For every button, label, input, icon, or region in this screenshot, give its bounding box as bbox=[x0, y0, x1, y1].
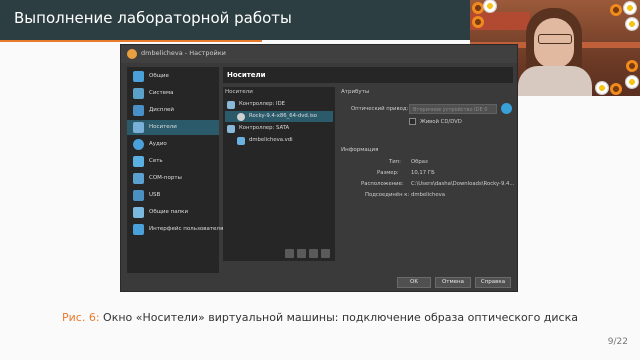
sidebar-item-label: Носители bbox=[149, 124, 177, 130]
sidebar-item-audio[interactable]: Аудио bbox=[127, 137, 219, 152]
info-type-label: Тип: bbox=[389, 159, 401, 165]
flower-icon bbox=[484, 0, 496, 12]
flower-icon bbox=[610, 83, 622, 95]
tree-row-optical-disc[interactable]: Rocky-9.4-x86_64-dvd.iso bbox=[225, 111, 333, 122]
sidebar-item-label: Интерфейс пользователя bbox=[149, 226, 224, 232]
sidebar-item-network[interactable]: Сеть bbox=[127, 154, 219, 169]
content-title: Носители bbox=[227, 71, 266, 79]
info-size-value: 10,17 ГБ bbox=[411, 170, 435, 176]
sidebar-item-label: COM-порты bbox=[149, 175, 182, 181]
optical-drive-select[interactable]: Вторичное устройство IDE 0 bbox=[409, 104, 497, 114]
sidebar-item-shared-folders[interactable]: Общие папки bbox=[127, 205, 219, 220]
ok-button[interactable]: OK bbox=[397, 277, 431, 288]
display-icon bbox=[133, 105, 144, 116]
content-header: Носители bbox=[223, 67, 513, 83]
webcam-person-body bbox=[518, 66, 592, 96]
window-title: dmbelicheva - Настройки bbox=[141, 49, 226, 57]
flower-icon bbox=[626, 18, 638, 30]
tree-row-label: Rocky-9.4-x86_64-dvd.iso bbox=[249, 113, 317, 119]
remove-attachment-icon[interactable] bbox=[297, 249, 306, 258]
tree-row-ide-controller[interactable]: Контроллер: IDE bbox=[225, 99, 333, 110]
virtualbox-app-icon bbox=[127, 49, 137, 59]
sidebar-item-label: Общие папки bbox=[149, 209, 189, 215]
sidebar-item-label: USB bbox=[149, 192, 161, 198]
tree-row-sata-controller[interactable]: Контроллер: SATA bbox=[225, 123, 333, 134]
slide-title: Выполнение лабораторной работы bbox=[14, 9, 292, 27]
storage-tree-panel: Носители Контроллер: IDE Rocky-9.4-x86_6… bbox=[223, 87, 335, 261]
tree-row-label: Контроллер: IDE bbox=[239, 101, 286, 107]
flower-icon bbox=[472, 2, 484, 14]
sidebar-item-serial-ports[interactable]: COM-порты bbox=[127, 171, 219, 186]
shared-folder-icon bbox=[133, 207, 144, 218]
optical-disc-icon bbox=[237, 113, 245, 121]
sidebar-item-label: Сеть bbox=[149, 158, 163, 164]
settings-window: dmbelicheva - Настройки Общие Система Ди… bbox=[120, 44, 518, 292]
user-interface-icon bbox=[133, 224, 144, 235]
settings-sidebar: Общие Система Дисплей Носители Аудио Сет… bbox=[127, 67, 223, 273]
sidebar-item-user-interface[interactable]: Интерфейс пользователя bbox=[127, 222, 223, 237]
tree-row-label: Контроллер: SATA bbox=[239, 125, 290, 131]
settings-content: Носители Носители Контроллер: IDE Rocky-… bbox=[223, 67, 515, 273]
remove-controller-icon[interactable] bbox=[321, 249, 330, 258]
tree-row-label: dmbelicheva.vdi bbox=[249, 137, 293, 143]
serial-port-icon bbox=[133, 173, 144, 184]
sidebar-item-label: Аудио bbox=[149, 141, 167, 147]
flower-icon bbox=[596, 82, 608, 94]
sidebar-item-system[interactable]: Система bbox=[127, 86, 219, 101]
figure-caption: Рис. 6: Окно «Носители» виртуальной маши… bbox=[0, 311, 640, 324]
storage-section-label: Носители bbox=[225, 89, 253, 95]
flower-icon bbox=[472, 16, 484, 28]
figure-number: Рис. 6: bbox=[62, 311, 100, 324]
sidebar-item-general[interactable]: Общие bbox=[127, 69, 219, 84]
info-section-label: Информация bbox=[341, 147, 379, 153]
choose-disc-icon[interactable] bbox=[501, 103, 512, 114]
sidebar-item-usb[interactable]: USB bbox=[127, 188, 219, 203]
ide-controller-icon bbox=[227, 101, 235, 109]
usb-icon bbox=[133, 190, 144, 201]
live-cd-checkbox[interactable] bbox=[409, 118, 416, 125]
header-rule bbox=[0, 40, 262, 42]
info-size-label: Размер: bbox=[377, 170, 399, 176]
sidebar-item-display[interactable]: Дисплей bbox=[127, 103, 219, 118]
sidebar-item-label: Система bbox=[149, 90, 174, 96]
page-number: 9/22 bbox=[607, 337, 628, 347]
network-icon bbox=[133, 156, 144, 167]
attributes-section-label: Атрибуты bbox=[341, 89, 370, 95]
cancel-button[interactable]: Отмена bbox=[435, 277, 471, 288]
flower-icon bbox=[624, 2, 636, 14]
add-attachment-icon[interactable] bbox=[285, 249, 294, 258]
storage-toolbar bbox=[223, 247, 335, 259]
sidebar-item-storage[interactable]: Носители bbox=[127, 120, 219, 135]
flower-icon bbox=[626, 76, 638, 88]
window-titlebar: dmbelicheva - Настройки bbox=[121, 45, 517, 63]
hard-disk-icon bbox=[237, 137, 245, 145]
attributes-panel: Атрибуты Оптический привод: Вторичное ус… bbox=[341, 87, 515, 261]
system-icon bbox=[133, 88, 144, 99]
general-icon bbox=[133, 71, 144, 82]
figure-caption-text: Окно «Носители» виртуальной машины: подк… bbox=[99, 311, 578, 324]
add-controller-icon[interactable] bbox=[309, 249, 318, 258]
flower-icon bbox=[610, 4, 622, 16]
sidebar-item-label: Общие bbox=[149, 73, 169, 79]
live-cd-label: Живой CD/DVD bbox=[420, 119, 462, 125]
flower-icon bbox=[626, 60, 638, 72]
sata-controller-icon bbox=[227, 125, 235, 133]
info-attached-value: dmbelicheva bbox=[411, 192, 445, 198]
info-attached-label: Подсоединён к: bbox=[365, 192, 410, 198]
storage-icon bbox=[133, 122, 144, 133]
info-location-value: C:\Users\dasha\Downloads\Rocky-9.4... bbox=[411, 181, 515, 187]
tree-row-hard-disk[interactable]: dmbelicheva.vdi bbox=[225, 135, 333, 146]
audio-icon bbox=[133, 139, 144, 150]
info-type-value: Образ bbox=[411, 159, 428, 165]
info-location-label: Расположение: bbox=[361, 181, 404, 187]
sidebar-item-label: Дисплей bbox=[149, 107, 174, 113]
optical-drive-label: Оптический привод: bbox=[351, 106, 409, 112]
help-button[interactable]: Справка bbox=[475, 277, 511, 288]
webcam-person-glasses bbox=[538, 34, 572, 44]
